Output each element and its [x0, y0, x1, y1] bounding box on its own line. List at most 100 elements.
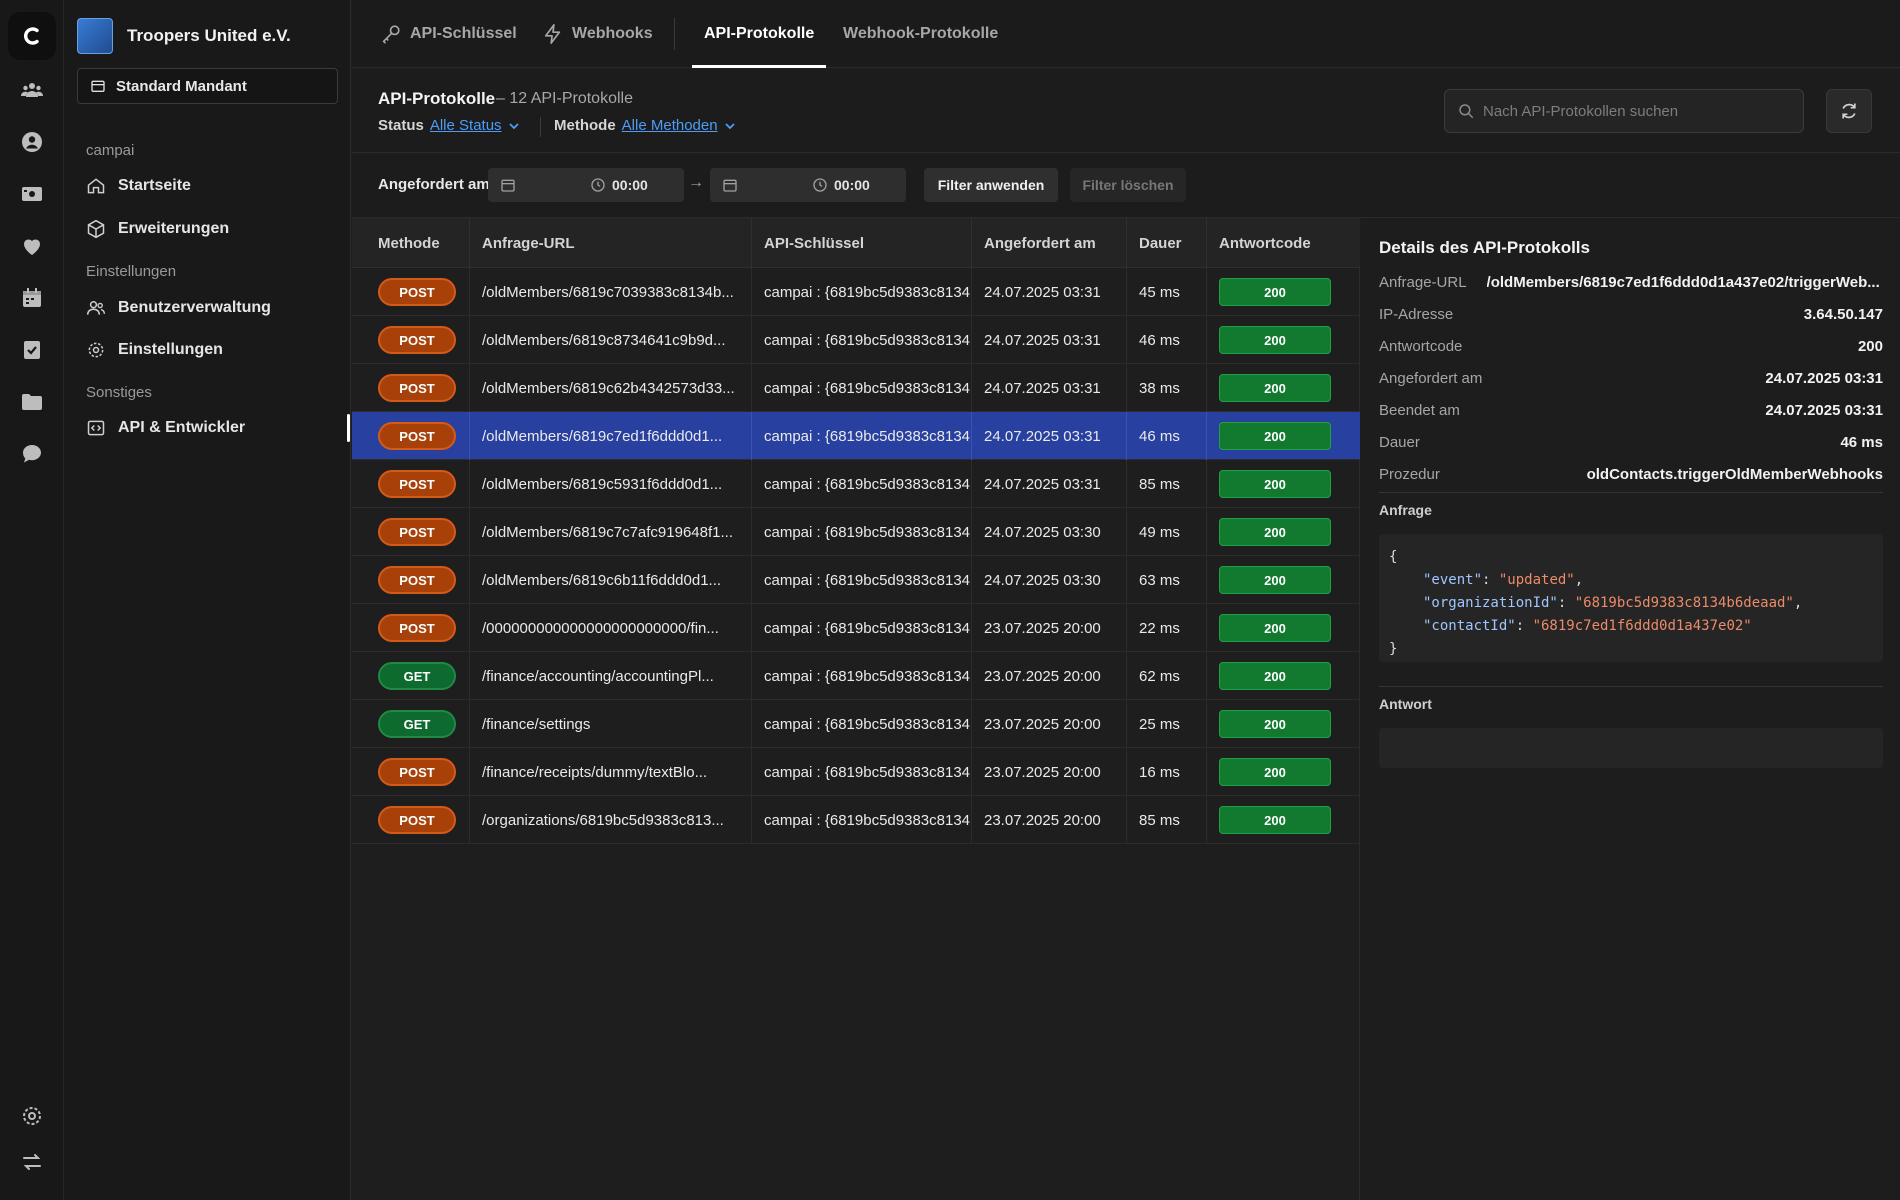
- method-badge: POST: [378, 566, 456, 594]
- calendar-icon[interactable]: [16, 282, 48, 314]
- table-row[interactable]: GET/finance/settings campai : {6819bc5d93…: [352, 700, 1360, 748]
- search-input[interactable]: [1483, 102, 1783, 120]
- chevron-down-icon: [508, 122, 519, 129]
- status-filter-label: Status: [378, 117, 424, 134]
- tab-label: API-Protokolle: [704, 25, 815, 42]
- heart-icon[interactable]: [16, 230, 48, 262]
- sidebar-item-label: API & Entwickler: [118, 419, 246, 436]
- home-icon: [87, 178, 105, 194]
- tenant-icon: [91, 80, 105, 92]
- table-row[interactable]: POST/oldMembers/6819c62b4342573d33... cam…: [352, 364, 1360, 412]
- json-key: "contactId": [1423, 618, 1516, 634]
- sidebar-item-erweiterungen[interactable]: Erweiterungen: [86, 215, 346, 243]
- cell-duration: 38 ms: [1127, 364, 1207, 412]
- table-row[interactable]: POST/oldMembers/6819c5931f6ddd0d1... camp…: [352, 460, 1360, 508]
- tasks-icon[interactable]: [16, 334, 48, 366]
- cell-key: campai : {6819bc5d9383c8134: [752, 268, 972, 316]
- json-value: "6819c7ed1f6ddd0d1a437e02": [1532, 618, 1752, 634]
- table-row[interactable]: POST/finance/receipts/dummy/textBlo... ca…: [352, 748, 1360, 796]
- table-row[interactable]: POST/organizations/6819bc5d9383c813... ca…: [352, 796, 1360, 844]
- cell-duration: 49 ms: [1127, 508, 1207, 556]
- tab-api-schluessel[interactable]: API-Schlüssel: [380, 0, 517, 68]
- detail-field-duration: Dauer 46 ms: [1379, 428, 1883, 456]
- tab-webhook-protokolle[interactable]: Webhook-Protokolle: [843, 0, 998, 68]
- column-header-method[interactable]: Methode: [352, 218, 470, 268]
- sidebar-item-startseite[interactable]: Startseite: [86, 172, 346, 200]
- response-code-badge: 200: [1219, 758, 1331, 786]
- status-filter[interactable]: Status Alle Status: [378, 117, 520, 134]
- cell-requested: 23.07.2025 20:00: [972, 604, 1127, 652]
- table-row[interactable]: POST/oldMembers/6819c7ed1f6ddd0d1... camp…: [352, 412, 1360, 460]
- url-text: /finance/accounting/accountingPl...: [482, 667, 714, 685]
- status-filter-value[interactable]: Alle Status: [430, 117, 502, 134]
- response-code-badge: 200: [1219, 566, 1331, 594]
- org-logo: [77, 18, 113, 54]
- switch-icon[interactable]: [16, 1146, 48, 1178]
- url-text: /oldMembers/6819c7039383c8134b...: [482, 283, 734, 301]
- cell-code: 200: [1207, 796, 1360, 844]
- table-row[interactable]: POST/000000000000000000000000/fin... camp…: [352, 604, 1360, 652]
- column-header-api-key[interactable]: API-Schlüssel: [752, 218, 972, 268]
- tab-api-protokolle[interactable]: API-Protokolle: [691, 0, 827, 68]
- tenant-selector[interactable]: Standard Mandant: [77, 68, 338, 104]
- finance-icon[interactable]: [16, 178, 48, 210]
- cell-requested: 24.07.2025 03:31: [972, 460, 1127, 508]
- chat-icon[interactable]: [16, 438, 48, 470]
- settings-icon[interactable]: [16, 1100, 48, 1132]
- search-box[interactable]: [1444, 89, 1804, 133]
- url-text: /oldMembers/6819c7c7afc919648f1...: [482, 523, 733, 541]
- campai-logo[interactable]: [8, 12, 56, 60]
- cell-method: POST: [352, 796, 470, 844]
- divider: [1379, 686, 1883, 687]
- apply-filter-button[interactable]: Filter anwenden: [924, 168, 1058, 202]
- clock-icon: [591, 178, 605, 192]
- contact-icon[interactable]: [16, 126, 48, 158]
- cell-requested: 23.07.2025 20:00: [972, 748, 1127, 796]
- cell-method: POST: [352, 556, 470, 604]
- table-row[interactable]: GET/finance/accounting/accountingPl... ca…: [352, 652, 1360, 700]
- response-code-badge: 200: [1219, 662, 1331, 690]
- cell-method: POST: [352, 364, 470, 412]
- cell-url: /oldMembers/6819c7ed1f6ddd0d1...: [470, 412, 752, 460]
- cell-duration: 63 ms: [1127, 556, 1207, 604]
- detail-label: Beendet am: [1379, 401, 1460, 419]
- folder-icon[interactable]: [16, 386, 48, 418]
- sidebar-item-benutzerverwaltung[interactable]: Benutzerverwaltung: [86, 294, 346, 322]
- org-switcher[interactable]: Troopers United e.V.: [77, 18, 291, 54]
- response-code-badge: 200: [1219, 710, 1331, 738]
- key-text: campai : {6819bc5d9383c8134: [764, 283, 971, 301]
- clear-filter-button[interactable]: Filter löschen: [1070, 168, 1186, 202]
- time-from[interactable]: 00:00: [590, 177, 648, 193]
- cell-duration: 22 ms: [1127, 604, 1207, 652]
- column-header-duration[interactable]: Dauer: [1127, 218, 1207, 268]
- sidebar: Troopers United e.V. Standard Mandant ca…: [64, 0, 351, 1200]
- cell-key: campai : {6819bc5d9383c8134: [752, 796, 972, 844]
- table-row[interactable]: POST/oldMembers/6819c8734641c9b9d... camp…: [352, 316, 1360, 364]
- date-from-input[interactable]: 00:00: [488, 168, 684, 202]
- time-to[interactable]: 00:00: [812, 177, 870, 193]
- table-row[interactable]: POST/oldMembers/6819c7039383c8134b... cam…: [352, 268, 1360, 316]
- tab-webhooks[interactable]: Webhooks: [542, 0, 653, 68]
- response-code-badge: 200: [1219, 422, 1331, 450]
- method-filter-value[interactable]: Alle Methoden: [622, 117, 718, 134]
- column-header-response-code[interactable]: Antwortcode: [1207, 218, 1360, 268]
- column-header-url[interactable]: Anfrage-URL: [470, 218, 752, 268]
- column-header-requested[interactable]: Angefordert am: [972, 218, 1127, 268]
- requested-text: 24.07.2025 03:31: [984, 283, 1101, 301]
- search-icon: [1459, 104, 1474, 119]
- detail-label: Prozedur: [1379, 465, 1440, 483]
- table-row[interactable]: POST/oldMembers/6819c6b11f6ddd0d1... camp…: [352, 556, 1360, 604]
- method-filter[interactable]: Methode Alle Methoden: [554, 117, 736, 134]
- members-icon[interactable]: [16, 74, 48, 106]
- detail-value: oldContacts.triggerOldMemberWebhooks: [1586, 465, 1883, 483]
- requested-text: 23.07.2025 20:00: [984, 715, 1101, 733]
- table-row[interactable]: POST/oldMembers/6819c7c7afc919648f1... ca…: [352, 508, 1360, 556]
- refresh-button[interactable]: [1826, 89, 1872, 133]
- cell-key: campai : {6819bc5d9383c8134: [752, 652, 972, 700]
- method-badge: POST: [378, 278, 456, 306]
- sidebar-item-einstellungen[interactable]: Einstellungen: [86, 336, 346, 364]
- duration-text: 22 ms: [1139, 619, 1180, 637]
- response-code-badge: 200: [1219, 326, 1331, 354]
- sidebar-item-api-entwickler[interactable]: API & Entwickler: [86, 414, 350, 442]
- date-to-input[interactable]: 00:00: [710, 168, 906, 202]
